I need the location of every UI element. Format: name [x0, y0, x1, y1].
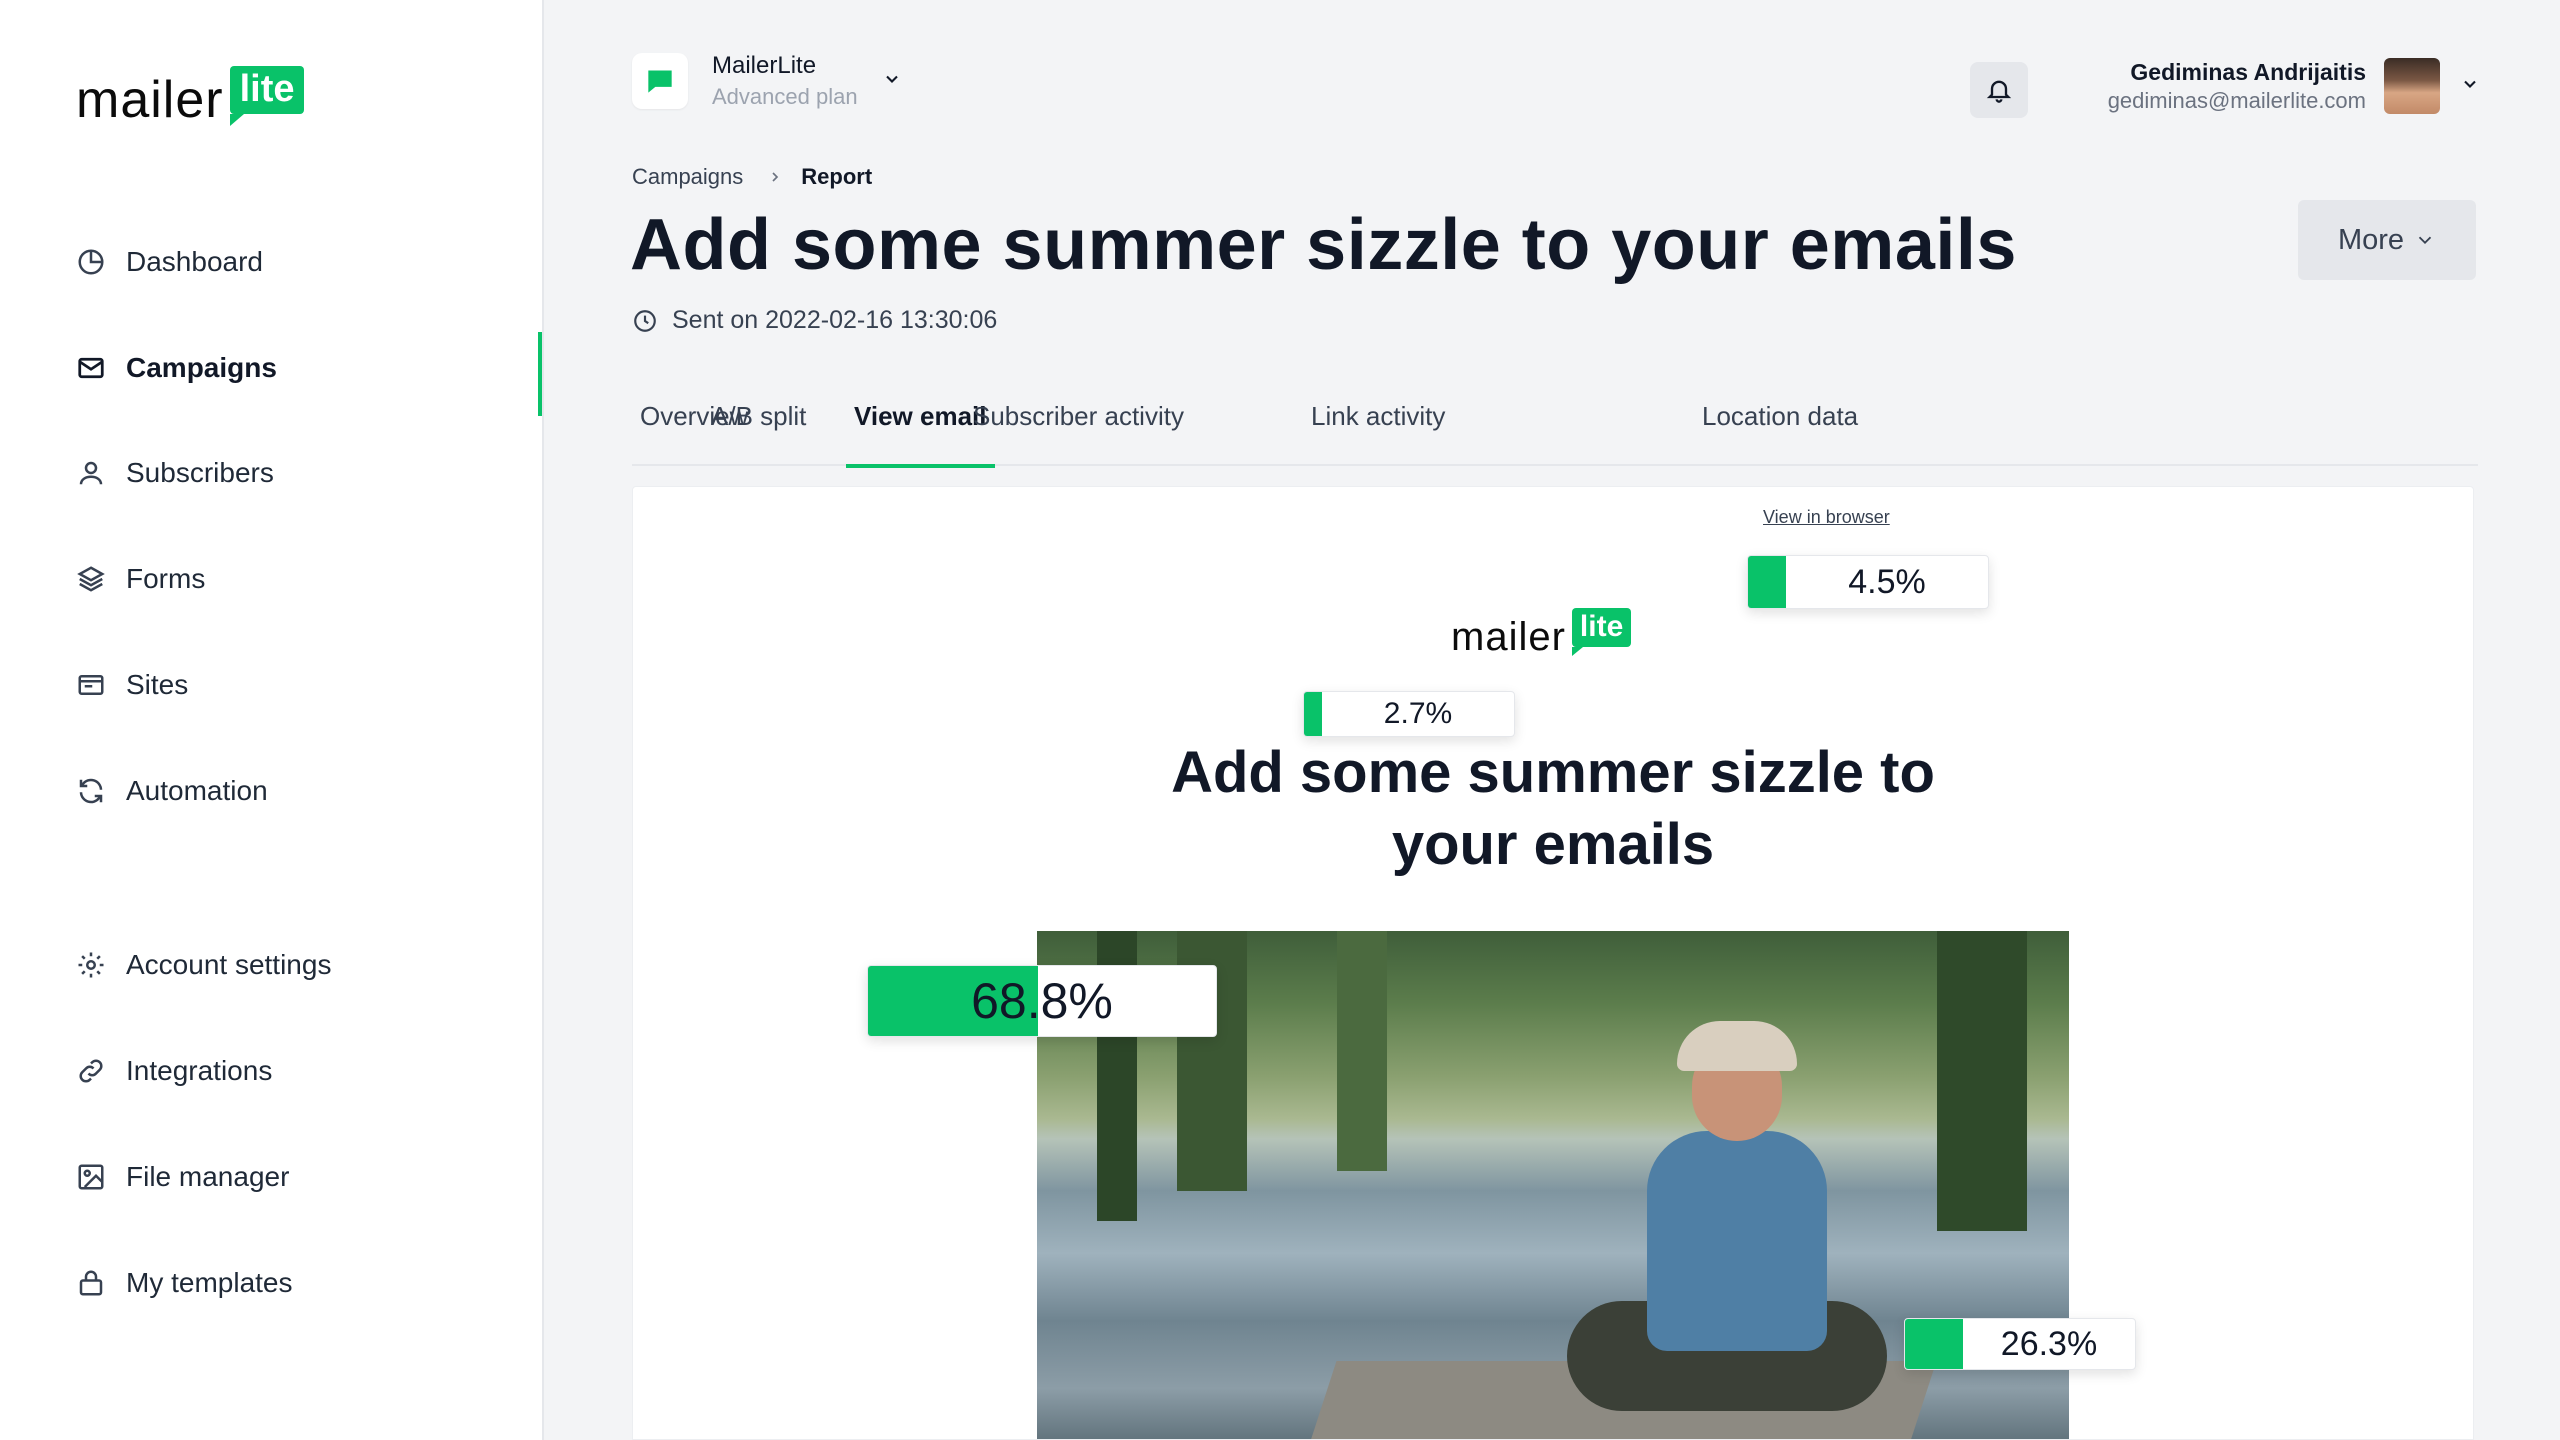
click-rate-label: 2.7% [1383, 697, 1453, 730]
browser-icon [74, 668, 108, 702]
sidebar-item-label: Subscribers [126, 457, 274, 488]
view-in-browser-link[interactable]: View in browser [1763, 507, 1890, 528]
click-rate-overlay[interactable]: 4.5% [1747, 555, 1989, 609]
report-tabs: Overview A/B split View email Subscriber… [632, 394, 2478, 468]
account-name: MailerLite [712, 52, 817, 79]
user-email: gediminas@mailerlite.com [2107, 87, 2366, 113]
clock-icon [632, 308, 658, 334]
click-rate-label: 68.8% [971, 973, 1113, 1029]
sidebar-item-label: File manager [126, 1161, 290, 1192]
sidebar-item-label: Automation [126, 775, 268, 806]
sidebar-item-label: Sites [126, 669, 189, 700]
click-rate-fill [1748, 556, 1786, 608]
mailerlite-logo[interactable]: mailer lite [76, 66, 305, 129]
click-rate-label: 26.3% [2000, 1324, 2098, 1363]
logo-word-mailer: mailer [76, 71, 224, 129]
click-rate-fill [1304, 692, 1322, 736]
active-nav-indicator [538, 332, 542, 416]
chevron-right-icon [767, 169, 783, 185]
account-text: MailerLite Advanced plan [712, 52, 858, 110]
click-rate-overlay[interactable]: 26.3% [1904, 1318, 2136, 1370]
sent-text: Sent on 2022-02-16 13:30:06 [672, 306, 998, 334]
email-heading: Add some summer sizzle to your emails [1171, 740, 1935, 877]
sidebar-item-label: Dashboard [126, 246, 263, 277]
sidebar-item-forms[interactable]: Forms [74, 549, 514, 609]
bell-icon [1986, 80, 2012, 103]
sidebar-item-subscribers[interactable]: Subscribers [74, 443, 514, 503]
image-icon [74, 1160, 108, 1194]
email-preview: View in browser mailer lite Add some sum… [632, 486, 2474, 1440]
sidebar-item-integrations[interactable]: Integrations [74, 1041, 514, 1101]
breadcrumb: Campaigns Report [632, 164, 872, 190]
gear-icon [74, 948, 108, 982]
layers-icon [74, 562, 108, 596]
tab-location-data[interactable]: Location data [1694, 394, 1866, 466]
email-logo: mailer lite [1451, 608, 1632, 659]
account-badge [632, 53, 688, 109]
breadcrumb-campaigns-link[interactable]: Campaigns [632, 164, 743, 190]
chevron-down-icon[interactable] [882, 69, 902, 94]
lock-icon [74, 1266, 108, 1300]
main-content: MailerLite Advanced plan Gediminas Andri… [544, 0, 2560, 1440]
sidebar-item-label: My templates [126, 1267, 293, 1298]
sidebar-item-file-manager[interactable]: File manager [74, 1147, 514, 1207]
chevron-down-icon [2418, 236, 2432, 245]
sidebar-item-label: Integrations [126, 1055, 273, 1086]
sidebar-item-label: Account settings [126, 949, 332, 980]
chat-flag-icon [648, 70, 672, 93]
page-title: Add some summer sizzle to your emails [630, 205, 2017, 285]
link-icon [74, 1054, 108, 1088]
avatar[interactable] [2384, 58, 2440, 114]
sidebar-item-sites[interactable]: Sites [74, 655, 514, 715]
sidebar-item-my-templates[interactable]: My templates [74, 1253, 514, 1313]
logo-word-lite: lite [229, 66, 305, 126]
envelope-icon [74, 351, 108, 385]
user-icon [74, 456, 108, 490]
account-switcher[interactable]: MailerLite Advanced plan [632, 52, 902, 110]
dashboard-icon [74, 245, 108, 279]
click-rate-overlay[interactable]: 2.7% [1303, 691, 1515, 737]
sidebar-item-campaigns[interactable]: Campaigns [74, 338, 514, 398]
click-rate-label: 4.5% [1848, 562, 1926, 601]
email-logo-word-mailer: mailer [1451, 615, 1566, 659]
click-rate-overlay[interactable]: 68.8% [867, 965, 1217, 1037]
sidebar-item-label: Forms [126, 563, 206, 594]
email-logo-word-lite: lite [1571, 608, 1632, 656]
tab-link-activity[interactable]: Link activity [1303, 394, 1453, 466]
tab-subscriber-activity[interactable]: Subscriber activity [965, 394, 1192, 466]
sidebar-item-dashboard[interactable]: Dashboard [74, 232, 514, 292]
sidebar-item-label: Campaigns [126, 352, 277, 383]
user-menu[interactable]: Gediminas Andrijaitis gediminas@mailerli… [2108, 58, 2480, 114]
more-button[interactable]: More [2298, 200, 2476, 280]
chevron-down-icon[interactable] [2460, 74, 2480, 99]
sidebar: mailer lite Dashboard Campaigns Subscrib… [0, 0, 544, 1440]
more-button-label: More [2337, 223, 2405, 256]
refresh-icon [74, 774, 108, 808]
sent-timestamp: Sent on 2022-02-16 13:30:06 [632, 306, 997, 335]
user-text: Gediminas Andrijaitis gediminas@mailerli… [2108, 59, 2366, 114]
sidebar-item-automation[interactable]: Automation [74, 761, 514, 821]
sidebar-item-account-settings[interactable]: Account settings [74, 935, 514, 995]
tab-ab-split[interactable]: A/B split [703, 394, 814, 466]
user-name: Gediminas Andrijaitis [2130, 58, 2366, 85]
click-rate-fill [1905, 1319, 1963, 1369]
notifications-button[interactable] [1970, 62, 2028, 118]
account-plan: Advanced plan [712, 84, 858, 109]
breadcrumb-current: Report [801, 164, 873, 189]
